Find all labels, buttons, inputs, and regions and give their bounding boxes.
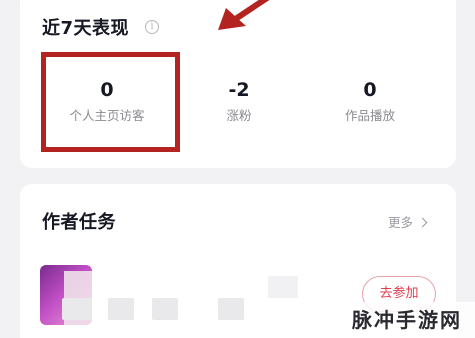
stat-video-plays[interactable]: 0 作品播放 (310, 78, 430, 124)
stat-value: 0 (363, 79, 377, 101)
more-label: 更多 (388, 215, 414, 230)
blurred-task-text (108, 298, 134, 320)
blurred-task-text (62, 298, 92, 320)
creator-tasks-title: 作者任务 (42, 212, 116, 233)
chevron-right-icon (417, 217, 428, 227)
stat-value: -2 (228, 79, 250, 101)
more-link[interactable]: 更多 (388, 212, 428, 231)
stat-label: 作品播放 (344, 108, 395, 123)
red-arrow-annotation-icon (218, 0, 270, 30)
watermark: 脉冲手游网 (340, 302, 475, 338)
blurred-task-text (268, 276, 298, 298)
info-circle-icon[interactable]: i (145, 20, 159, 34)
blurred-task-text (152, 298, 178, 320)
stat-new-followers[interactable]: -2 涨粉 (179, 78, 299, 124)
stat-label: 涨粉 (226, 108, 252, 123)
screen: 近7天表现 i 0 个人主页访客 -2 涨粉 0 作品播放 作者任务 更多 去参… (0, 0, 475, 338)
blurred-task-text (218, 298, 244, 320)
highlight-box-annotation (41, 52, 180, 152)
performance-title: 近7天表现 (42, 18, 130, 39)
